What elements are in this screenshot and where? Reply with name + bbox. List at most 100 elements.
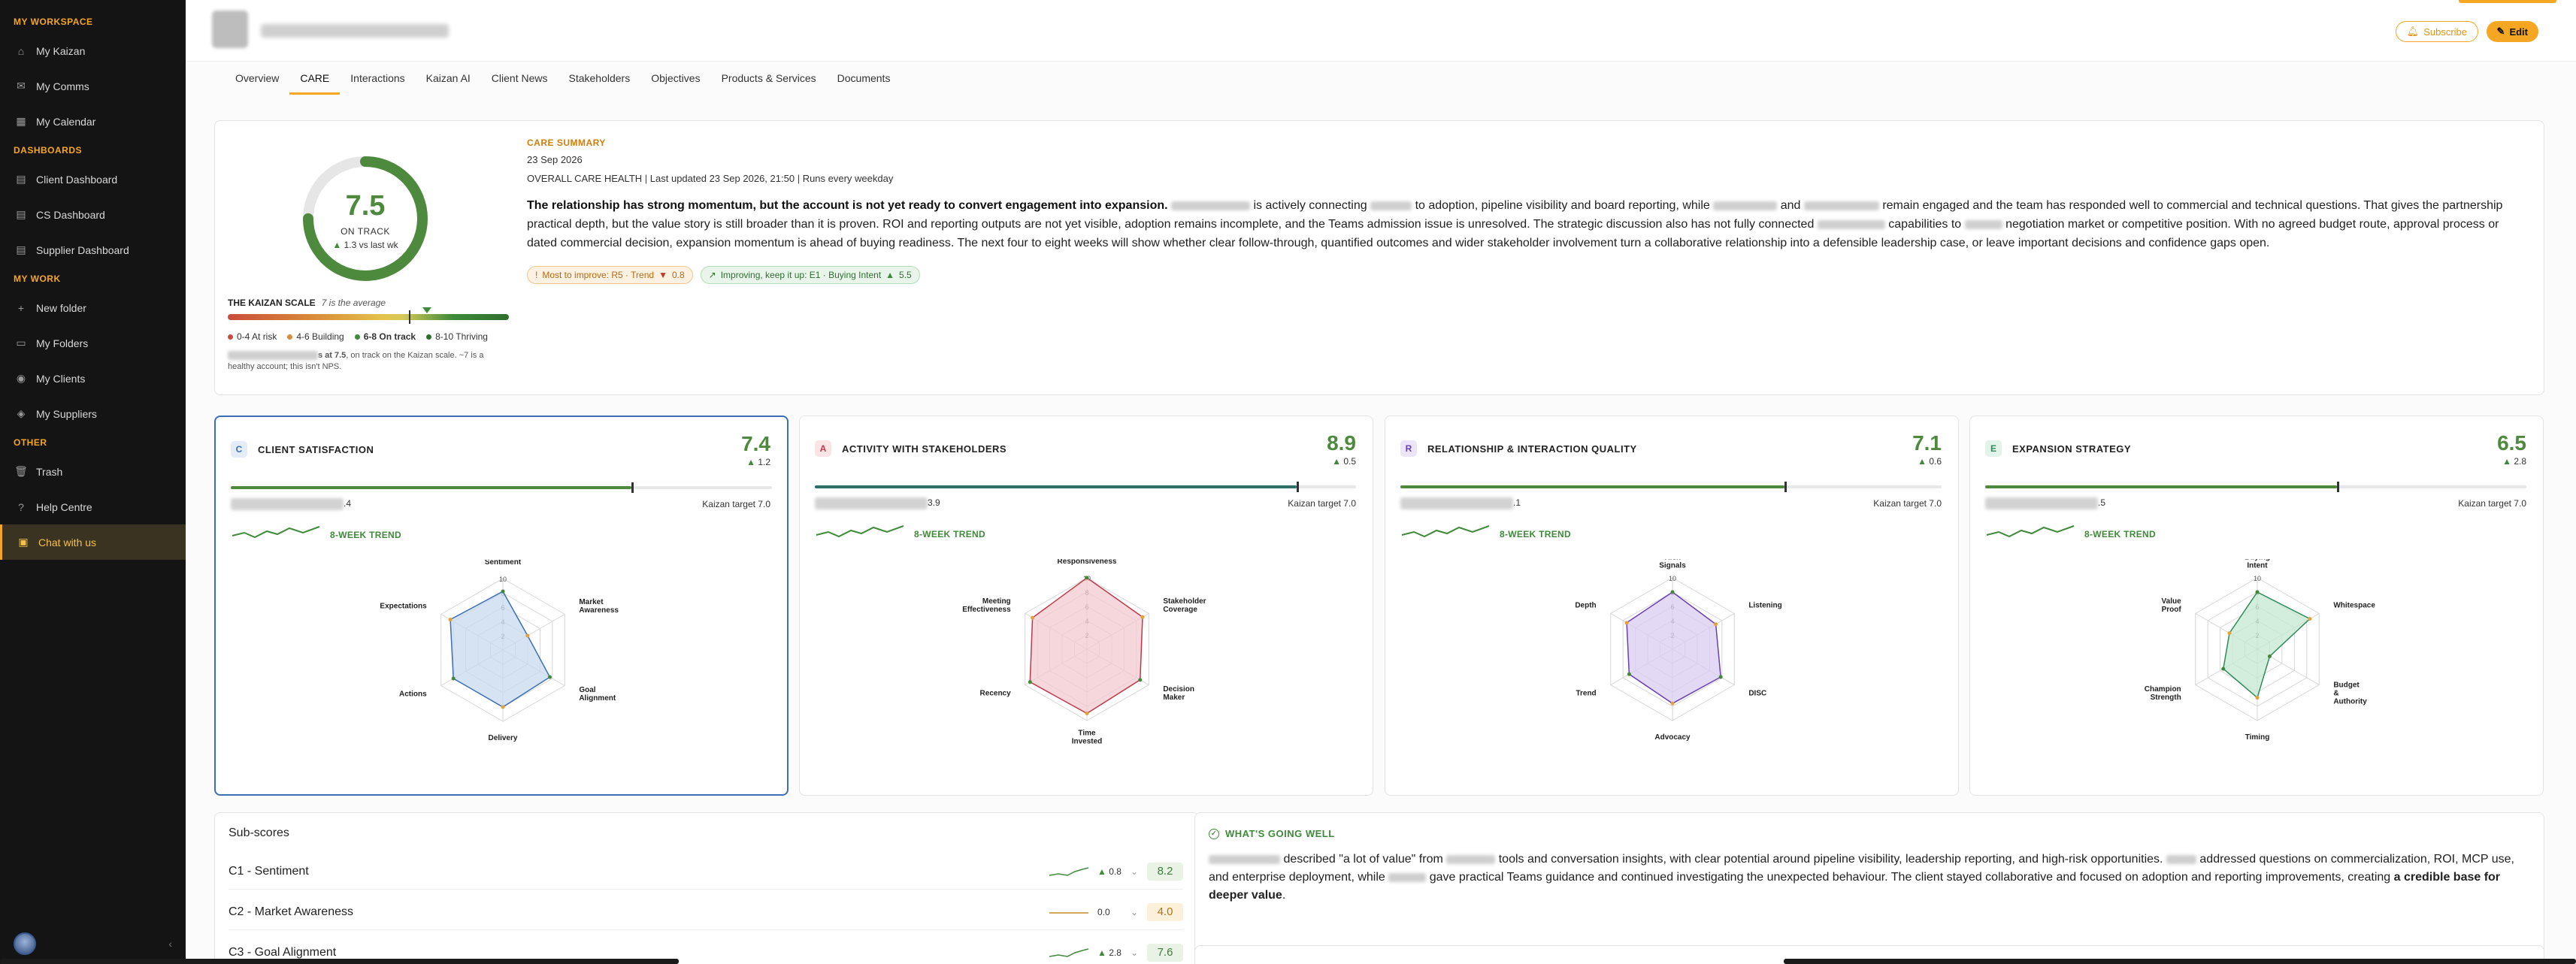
improving-chip[interactable]: ↗ Improving, keep it up: E1 · Buying Int… [700, 266, 920, 284]
radar-value-point[interactable] [2255, 696, 2260, 700]
whats-going-well-text: described "a lot of value" from tools an… [1209, 851, 2532, 905]
up-arrow-icon: ▲ [746, 457, 755, 467]
radar-value-point[interactable] [1624, 621, 1629, 625]
dimension-card-activity-with-stakeholders[interactable]: A ACTIVITY WITH STAKEHOLDERS 8.9 ▲ 0.5 3… [799, 416, 1373, 796]
radar-value-point[interactable] [2308, 617, 2312, 621]
radar-value-point[interactable] [1031, 615, 1035, 620]
chip-warn-value: 0.8 [671, 270, 685, 280]
redacted-value [1985, 497, 2098, 509]
sidebar-item-my-suppliers[interactable]: ◈ My Suppliers [0, 396, 186, 431]
tab-stakeholders[interactable]: Stakeholders [558, 72, 641, 95]
summary-part: is actively connecting [1253, 199, 1367, 212]
sidebar-item-my-folders[interactable]: ▭ My Folders [0, 325, 186, 361]
tab-objectives[interactable]: Objectives [640, 72, 710, 95]
care-status: ON TRACK [341, 226, 390, 237]
edit-button[interactable]: ✎ Edit [2486, 21, 2538, 42]
radar-value-point[interactable] [501, 589, 505, 594]
radar-value-point[interactable] [501, 705, 505, 709]
dimension-target-marker [1784, 482, 1787, 492]
dimension-badge: C [231, 441, 247, 458]
sidebar-item-my-clients[interactable]: ◉ My Clients [0, 361, 186, 396]
dimension-target-marker [631, 482, 634, 493]
radar-value-point[interactable] [1085, 576, 1089, 580]
chat-icon: ▣ [18, 536, 29, 548]
sidebar-item-label: Chat with us [38, 536, 97, 548]
sidebar-item-my-comms[interactable]: ✉ My Comms [0, 68, 186, 104]
sidebar-item-new-folder[interactable]: + New folder [0, 290, 186, 325]
sidebar-item-trash[interactable]: 🗑︎ Trash [0, 454, 186, 489]
radar-value-point[interactable] [2255, 590, 2260, 594]
collapse-sidebar-icon[interactable]: ‹ [168, 938, 172, 950]
tab-overview[interactable]: Overview [225, 72, 289, 95]
dimension-value-tail: .1 [1513, 497, 1521, 508]
dimension-title: ACTIVITY WITH STAKEHOLDERS [842, 443, 1007, 455]
radar-axis-label: Actions [399, 691, 427, 699]
run-schedule: Runs every weekday [802, 173, 894, 184]
most-to-improve-chip[interactable]: ! Most to improve: R5 · Trend ▼ 0.8 [527, 266, 693, 284]
radar-axis-label: Delivery [489, 734, 518, 742]
radar-value-point[interactable] [1138, 678, 1143, 682]
horizontal-scrollbar[interactable] [0, 959, 679, 964]
care-score: 7.5 [345, 190, 386, 222]
sidebar-item-chat-with-us[interactable]: ▣ Chat with us [0, 524, 186, 560]
redacted-name [228, 351, 318, 361]
dimension-card-relationship-interaction-quality[interactable]: R RELATIONSHIP & INTERACTION QUALITY 7.1… [1385, 416, 1959, 796]
radar-tick-label: 10 [499, 576, 507, 583]
chevron-down-icon[interactable]: ⌄ [1131, 866, 1147, 877]
subscore-label: C1 - Sentiment [229, 864, 309, 878]
avatar[interactable] [14, 932, 36, 955]
subscore-row[interactable]: C1 - Sentiment ▲ 0.8 ⌄ 8.2 [229, 854, 1183, 890]
dimension-card-expansion-strategy[interactable]: E EXPANSION STRATEGY 6.5 ▲ 2.8 .5 Kaizan… [1969, 416, 2544, 796]
tab-kaizan-ai[interactable]: Kaizan AI [416, 72, 481, 95]
sidebar-item-client-dashboard[interactable]: ▤ Client Dashboard [0, 162, 186, 197]
sidebar-item-supplier-dashboard[interactable]: ▤ Supplier Dashboard [0, 232, 186, 267]
dimension-target-marker [2337, 482, 2339, 492]
chevron-down-icon[interactable]: ⌄ [1131, 907, 1147, 917]
whats-going-well-header: ✓ WHAT'S GOING WELL [1209, 828, 1335, 839]
radar-value-point[interactable] [2227, 631, 2232, 636]
radar-value-point[interactable] [451, 676, 456, 681]
radar-value-point[interactable] [525, 633, 530, 638]
radar-value-point[interactable] [1140, 615, 1145, 619]
tab-care[interactable]: CARE [289, 72, 341, 95]
tab-products-services[interactable]: Products & Services [711, 72, 827, 95]
radar-value-point[interactable] [1028, 680, 1032, 684]
radar-value-point[interactable] [548, 675, 552, 679]
sidebar-item-my-calendar[interactable]: ▦ My Calendar [0, 104, 186, 139]
legend-dot-icon [287, 334, 293, 340]
radar-value-point[interactable] [1670, 701, 1675, 706]
sidebar-item-label: My Kaizan [36, 44, 86, 57]
sidebar-item-my-kaizan[interactable]: ⌂ My Kaizan [0, 33, 186, 68]
dimension-delta: ▲ 1.2 [746, 457, 770, 467]
radar-axis-label: Responsiveness [1058, 559, 1117, 566]
scale-legend-item: 8-10 Thriving [426, 331, 488, 342]
radar-value-point[interactable] [1714, 622, 1718, 627]
tab-client-news[interactable]: Client News [481, 72, 558, 95]
radar-value-point[interactable] [1718, 675, 1723, 679]
radar-value-point[interactable] [448, 618, 453, 622]
radar-value-point[interactable] [2221, 666, 2226, 671]
radar-axis-label: Advocacy [1654, 733, 1691, 742]
sidebar-item-help-centre[interactable]: ? Help Centre [0, 489, 186, 524]
radar-axis-label: Time Invested [1072, 730, 1103, 746]
radar-value-point[interactable] [1670, 590, 1675, 594]
subscribe-button[interactable]: 🔔︎ Subscribe [2395, 21, 2478, 42]
radar-value-point[interactable] [1085, 712, 1089, 715]
folder-icon: ▭ [16, 337, 26, 349]
sidebar-item-label: My Suppliers [36, 407, 97, 420]
radar-value-point[interactable] [2267, 654, 2272, 658]
dashboard-icon: ▤ [16, 243, 26, 255]
summary-chips: ! Most to improve: R5 · Trend ▼ 0.8 ↗ Im… [527, 266, 2526, 284]
radar-value-point[interactable] [1627, 672, 1631, 676]
dimension-score: 7.4 [741, 432, 770, 455]
chevron-down-icon[interactable]: ⌄ [1131, 947, 1147, 958]
sidebar-item-label: Supplier Dashboard [36, 243, 129, 256]
sidebar-item-cs-dashboard[interactable]: ▤ CS Dashboard [0, 197, 186, 232]
radar-axis-label: Sentiment [485, 560, 522, 567]
subscore-row[interactable]: C2 - Market Awareness 0.0 ⌄ 4.0 [229, 894, 1183, 930]
dimension-card-client-satisfaction[interactable]: C CLIENT SATISFACTION 7.4 ▲ 1.2 .4 Kaiza… [214, 416, 789, 796]
tab-interactions[interactable]: Interactions [340, 72, 415, 95]
tab-documents[interactable]: Documents [827, 72, 901, 95]
horizontal-scrollbar-right[interactable] [1784, 959, 2576, 964]
radar-chart: 246810ResponsivenessStakeholderCoverageD… [962, 559, 1206, 746]
